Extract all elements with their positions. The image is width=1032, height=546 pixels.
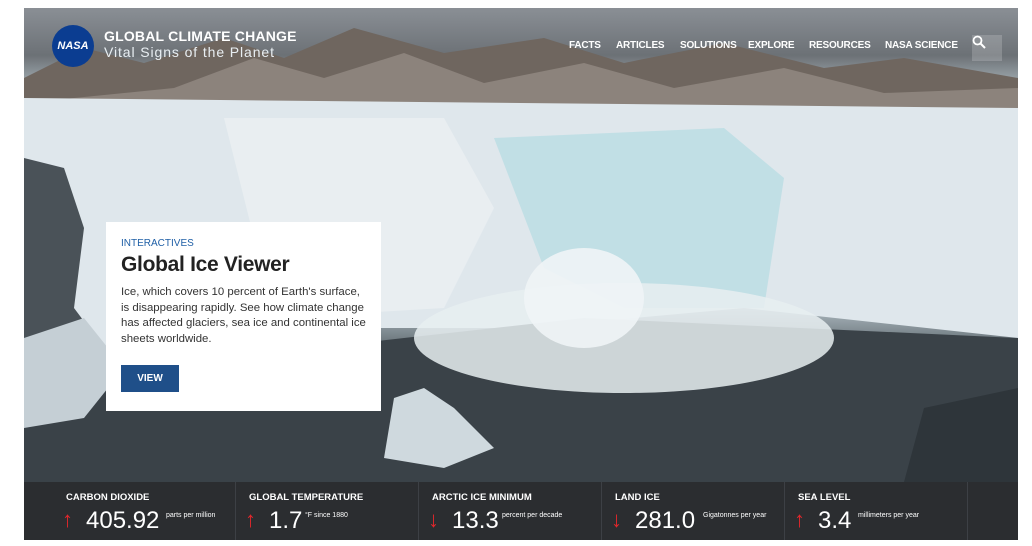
feature-eyebrow[interactable]: INTERACTIVES [121, 238, 366, 249]
stat-label: GLOBAL TEMPERATURE [249, 492, 364, 503]
stat-unit: percent per decade [502, 512, 563, 519]
stat-unit: parts per million [166, 512, 216, 519]
arrow-up-icon: ↑ [245, 507, 256, 532]
arrow-up-icon: ↑ [62, 507, 73, 532]
main-nav: FACTS ARTICLES SOLUTIONS EXPLORE RESOURC… [24, 40, 1018, 56]
stat-carbon-dioxide[interactable]: CARBON DIOXIDE ↑ 405.92 parts per millio… [54, 482, 236, 540]
stat-unit: °F since 1880 [305, 512, 348, 519]
feature-title[interactable]: Global Ice Viewer [121, 253, 366, 277]
nav-solutions[interactable]: SOLUTIONS [680, 40, 737, 51]
view-button[interactable]: VIEW [121, 365, 179, 392]
ice-splash-plume [524, 248, 644, 348]
stat-value: 405.92 [86, 507, 160, 534]
arrow-down-icon: ↓ [611, 507, 622, 532]
nav-articles[interactable]: ARTICLES [616, 40, 665, 51]
search-icon [972, 35, 986, 49]
hero-glacier-image: NASA GLOBAL CLIMATE CHANGE Vital Signs o… [24, 8, 1018, 482]
stat-global-temperature[interactable]: GLOBAL TEMPERATURE ↑ 1.7 °F since 1880 [237, 482, 419, 540]
feature-description: Ice, which covers 10 percent of Earth's … [121, 286, 366, 345]
stat-label: CARBON DIOXIDE [66, 492, 150, 503]
stat-label: LAND ICE [615, 492, 660, 503]
stat-unit: millimeters per year [858, 512, 920, 519]
stat-label: ARCTIC ICE MINIMUM [432, 492, 532, 503]
stat-sea-level[interactable]: SEA LEVEL ↑ 3.4 millimeters per year [786, 482, 968, 540]
page-frame: NASA GLOBAL CLIMATE CHANGE Vital Signs o… [24, 8, 1018, 540]
stat-value: 13.3 [452, 507, 499, 534]
stat-unit: Gigatonnes per year [703, 512, 767, 519]
search-button[interactable] [972, 35, 1002, 61]
stat-label: SEA LEVEL [798, 492, 851, 503]
feature-card: INTERACTIVES Global Ice Viewer Ice, whic… [106, 222, 381, 411]
stat-arctic-ice-minimum[interactable]: ARCTIC ICE MINIMUM ↓ 13.3 percent per de… [420, 482, 602, 540]
nav-resources[interactable]: RESOURCES [809, 40, 871, 51]
stat-value: 281.0 [635, 507, 696, 534]
stat-value: 1.7 [269, 507, 303, 534]
nav-facts[interactable]: FACTS [569, 40, 601, 51]
nav-nasa-science[interactable]: NASA SCIENCE [885, 40, 958, 51]
arrow-up-icon: ↑ [794, 507, 805, 532]
arrow-down-icon: ↓ [428, 507, 439, 532]
stat-land-ice[interactable]: LAND ICE ↓ 281.0 Gigatonnes per year [603, 482, 785, 540]
nav-explore[interactable]: EXPLORE [748, 40, 795, 51]
vital-signs-bar: CARBON DIOXIDE ↑ 405.92 parts per millio… [24, 482, 1018, 540]
stat-value: 3.4 [818, 507, 852, 534]
